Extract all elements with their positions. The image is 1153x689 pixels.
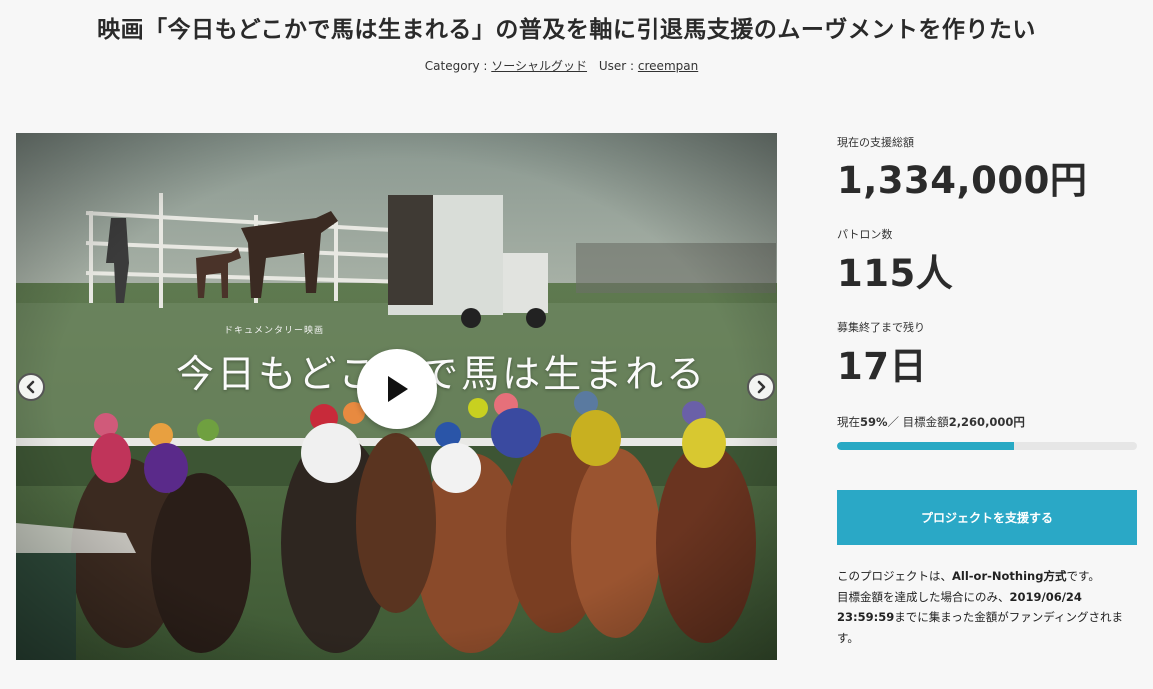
progress-prefix: 現在 <box>837 415 860 429</box>
note-line-1: このプロジェクトは、All-or-Nothing方式です。 <box>837 569 1100 583</box>
project-meta: Category : ソーシャルグッド User : creempan <box>0 57 1123 74</box>
user-label: User : <box>598 59 635 73</box>
chevron-right-icon <box>757 380 766 394</box>
progress-bar <box>837 442 1137 450</box>
play-icon <box>388 376 408 402</box>
video-subtitle: ドキュメンタリー映画 <box>224 326 325 336</box>
video-title: 今日もどこかで馬は生まれる <box>176 352 708 396</box>
funding-note: このプロジェクトは、All-or-Nothing方式です。 目標金額を達成した場… <box>837 566 1142 648</box>
progress-percent: 59% <box>860 415 888 429</box>
progress-fill <box>837 442 1014 450</box>
patrons-label: パトロン数 <box>837 228 893 241</box>
remaining-label: 募集終了まで残り <box>837 321 925 334</box>
category-link[interactable]: ソーシャルグッド <box>491 59 587 73</box>
category-label: Category : <box>424 59 488 73</box>
play-button[interactable] <box>357 349 437 429</box>
prev-slide-button[interactable] <box>17 373 45 401</box>
note-line-4: す。 <box>837 630 859 645</box>
user-link[interactable]: creempan <box>638 59 698 73</box>
project-title: 映画「今日もどこかで馬は生まれる」の普及を軸に引退馬支援のムーヴメントを作りたい <box>97 17 1036 43</box>
next-slide-button[interactable] <box>747 373 775 401</box>
remaining-value: 17日 <box>837 345 927 388</box>
progress-separator: ／ 目標金額 <box>887 415 949 429</box>
progress-text: 現在59%／ 目標金額2,260,000円 <box>837 414 1025 430</box>
note-line-3: 23:59:59までに集まった金額がファンディングされま <box>837 610 1123 624</box>
goal-value: 2,260,000円 <box>948 415 1025 429</box>
note-line-2: 目標金額を達成した場合にのみ、2019/06/24 <box>837 589 1082 604</box>
total-label: 現在の支援総額 <box>837 136 914 149</box>
total-value: 1,334,000円 <box>837 159 1088 202</box>
patrons-value: 115人 <box>837 252 954 295</box>
support-project-button[interactable]: プロジェクトを支援する <box>837 490 1137 545</box>
project-video[interactable]: ドキュメンタリー映画 今日もどこかで馬は生まれる <box>16 133 777 660</box>
chevron-left-icon <box>26 380 35 394</box>
